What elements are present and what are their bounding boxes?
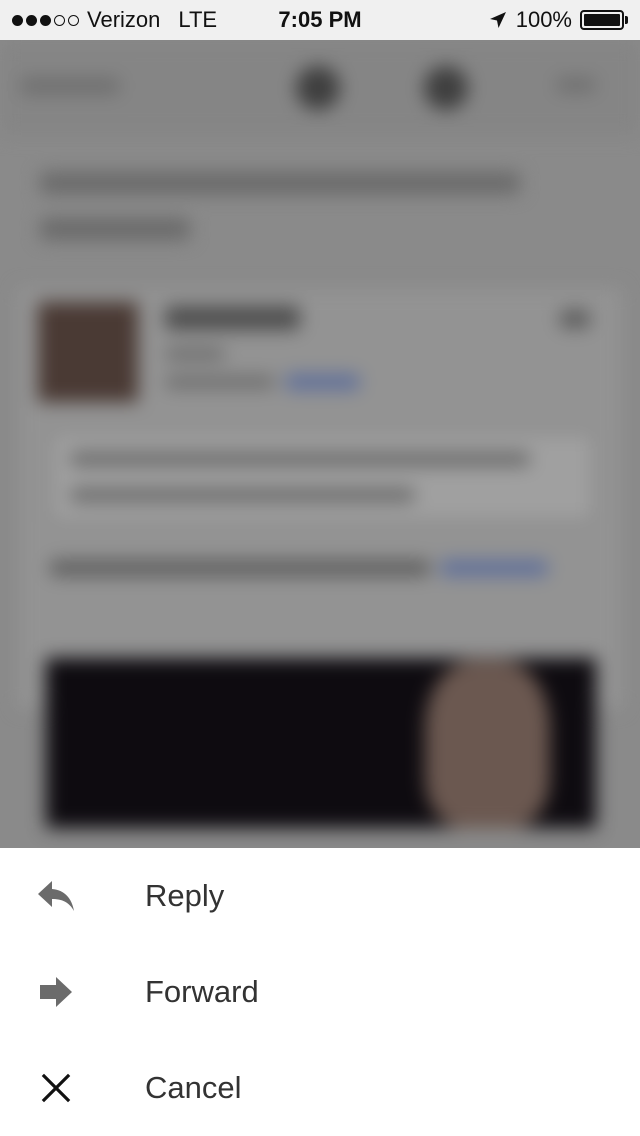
carrier-name: Verizon	[87, 7, 161, 32]
signal-strength-icon	[12, 14, 79, 26]
close-icon	[36, 1068, 76, 1108]
blurred-text	[70, 452, 530, 466]
blurred-subject-line	[40, 218, 190, 240]
blurred-meta	[165, 376, 275, 388]
blurred-toolbar-icon	[556, 78, 596, 92]
cancel-label: Cancel	[145, 1070, 242, 1105]
reply-icon	[36, 876, 76, 916]
location-arrow-icon	[489, 12, 506, 28]
cancel-option[interactable]: Cancel	[0, 1040, 640, 1136]
blurred-email-content	[0, 40, 640, 848]
blurred-text	[50, 560, 430, 576]
forward-label: Forward	[145, 974, 259, 1009]
reply-option[interactable]: Reply	[0, 848, 640, 944]
blurred-icon	[560, 310, 590, 328]
blurred-sender	[165, 306, 300, 330]
forward-option[interactable]: Forward	[0, 944, 640, 1040]
status-bar: Verizon LTE 7:05 PM 100%	[0, 0, 640, 40]
action-sheet: Reply Forward Cancel	[0, 848, 640, 1136]
blurred-meta	[165, 348, 225, 360]
dimmed-background[interactable]	[0, 40, 640, 848]
network-type: LTE	[178, 7, 218, 32]
blurred-text	[70, 488, 415, 502]
battery-icon	[580, 10, 628, 30]
blurred-link	[285, 374, 360, 390]
status-time: 7:05 PM	[278, 7, 362, 32]
blurred-avatar	[38, 302, 138, 402]
blurred-subject-line	[40, 172, 520, 194]
blurred-image-portrait	[425, 660, 550, 828]
blurred-back-label	[20, 78, 120, 94]
blurred-toolbar-icon	[296, 66, 340, 110]
status-right: 100%	[488, 7, 628, 33]
status-left: Verizon LTE	[12, 7, 217, 33]
battery-percent: 100%	[515, 7, 572, 32]
forward-icon	[36, 972, 76, 1012]
reply-label: Reply	[145, 878, 225, 913]
blurred-link	[440, 560, 548, 576]
blurred-quote	[50, 432, 595, 522]
blurred-toolbar-icon	[424, 66, 468, 110]
